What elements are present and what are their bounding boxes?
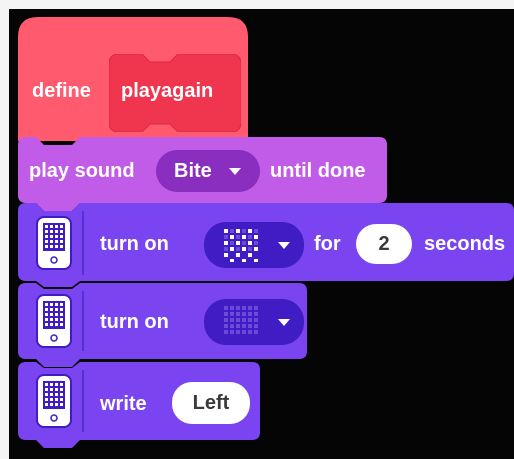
chevron-down-icon bbox=[278, 319, 290, 326]
until-done-label: until done bbox=[270, 160, 366, 182]
pattern-dropdown-1[interactable] bbox=[204, 222, 304, 268]
play-sound-block[interactable]: play sound Bite until done bbox=[18, 137, 387, 213]
chevron-down-icon bbox=[278, 242, 290, 249]
turn-on-label: turn on bbox=[100, 311, 169, 333]
write-block[interactable]: write Left bbox=[18, 362, 260, 448]
code-canvas[interactable]: define playagain play sound Bite until d… bbox=[9, 9, 514, 459]
define-block[interactable]: define playagain bbox=[18, 17, 248, 145]
device-icon bbox=[36, 216, 72, 270]
seconds-label: seconds bbox=[424, 233, 506, 255]
grid-pattern-icon bbox=[224, 306, 258, 334]
write-label: write bbox=[100, 393, 147, 415]
block-divider bbox=[82, 370, 84, 432]
turn-on-label: turn on bbox=[100, 233, 169, 255]
sound-dropdown[interactable]: Bite bbox=[156, 150, 260, 192]
play-sound-label: play sound bbox=[29, 160, 135, 182]
turn-on-block[interactable]: turn on bbox=[18, 283, 307, 367]
define-keyword: define bbox=[32, 80, 91, 102]
for-label: for bbox=[314, 233, 341, 255]
pattern-dropdown-2[interactable] bbox=[204, 299, 304, 345]
turn-on-for-block[interactable]: turn on for 2 seconds bbox=[18, 203, 514, 287]
device-icon bbox=[36, 294, 72, 348]
device-icon bbox=[36, 374, 72, 428]
duration-input[interactable]: 2 bbox=[356, 224, 412, 264]
block-divider bbox=[82, 211, 84, 275]
block-divider bbox=[82, 291, 84, 351]
procedure-name: playagain bbox=[121, 80, 214, 102]
checker-pattern-icon bbox=[224, 229, 258, 262]
sound-dropdown-value: Bite bbox=[174, 160, 212, 182]
chevron-down-icon bbox=[229, 168, 241, 175]
procedure-name-slot[interactable]: playagain bbox=[109, 54, 241, 132]
write-text-input[interactable]: Left bbox=[172, 382, 250, 424]
